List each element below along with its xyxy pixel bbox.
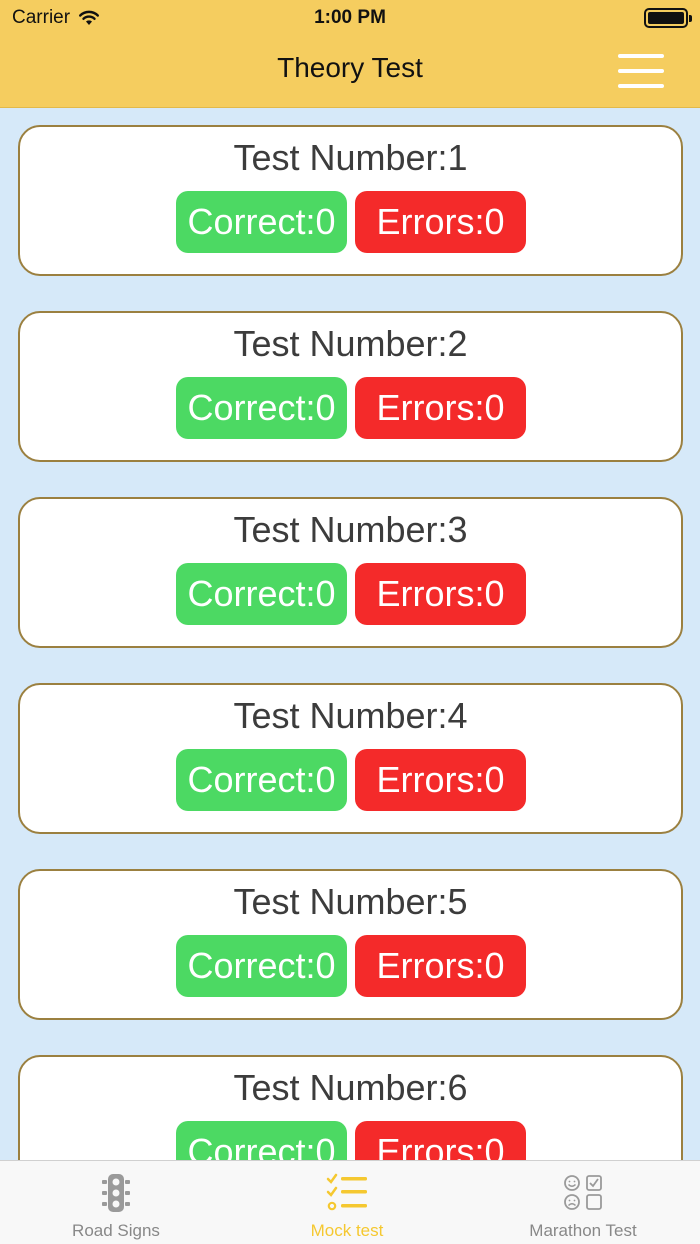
nav-header: Carrier 1:00 PM Theory Test bbox=[0, 0, 700, 108]
errors-badge: Errors:0 bbox=[355, 377, 526, 439]
test-title: Test Number:2 bbox=[233, 323, 468, 364]
test-title: Test Number:3 bbox=[233, 509, 468, 550]
traffic-light-icon bbox=[102, 1174, 130, 1212]
tab-road-signs[interactable]: Road Signs bbox=[66, 1161, 166, 1244]
errors-badge: Errors:0 bbox=[355, 749, 526, 811]
correct-badge: Correct:0 bbox=[176, 563, 347, 625]
correct-badge: Correct:0 bbox=[176, 377, 347, 439]
battery-icon bbox=[644, 8, 692, 28]
errors-badge: Errors:0 bbox=[355, 191, 526, 253]
test-card[interactable]: Test Number:2 Correct:0 Errors:0 bbox=[18, 311, 683, 462]
screen: Carrier 1:00 PM Theory Test Test Number:… bbox=[0, 0, 700, 1244]
page-title: Theory Test bbox=[277, 52, 423, 83]
tab-label: Mock test bbox=[310, 1221, 384, 1240]
test-card[interactable]: Test Number:6 Correct:0 Errors:0 bbox=[18, 1055, 683, 1160]
status-time: 1:00 PM bbox=[314, 7, 386, 28]
correct-badge: Correct:0 bbox=[176, 749, 347, 811]
checklist-icon bbox=[326, 1173, 367, 1211]
hamburger-menu-icon[interactable] bbox=[618, 54, 664, 88]
test-card[interactable]: Test Number:1 Correct:0 Errors:0 bbox=[18, 125, 683, 276]
test-title: Test Number:5 bbox=[233, 881, 468, 922]
errors-badge: Errors:0 bbox=[355, 935, 526, 997]
tab-bar: Road Signs Mock test Marathon Test bbox=[0, 1160, 700, 1244]
tab-label: Road Signs bbox=[72, 1221, 160, 1240]
errors-badge: Errors:0 bbox=[355, 563, 526, 625]
test-card[interactable]: Test Number:3 Correct:0 Errors:0 bbox=[18, 497, 683, 648]
test-title: Test Number:4 bbox=[233, 695, 468, 736]
correct-badge: Correct:0 bbox=[176, 1121, 347, 1160]
correct-badge: Correct:0 bbox=[176, 191, 347, 253]
test-card[interactable]: Test Number:4 Correct:0 Errors:0 bbox=[18, 683, 683, 834]
correct-badge: Correct:0 bbox=[176, 935, 347, 997]
tab-label: Marathon Test bbox=[529, 1221, 637, 1240]
smiley-checkbox-icon bbox=[564, 1175, 602, 1210]
errors-badge: Errors:0 bbox=[355, 1121, 526, 1160]
test-title: Test Number:6 bbox=[233, 1067, 468, 1108]
test-title: Test Number:1 bbox=[233, 137, 468, 178]
tab-marathon-test[interactable]: Marathon Test bbox=[516, 1161, 650, 1244]
status-bar: Carrier 1:00 PM bbox=[0, 0, 700, 36]
test-card[interactable]: Test Number:5 Correct:0 Errors:0 bbox=[18, 869, 683, 1020]
test-list: Test Number:1 Correct:0 Errors:0 Test Nu… bbox=[0, 108, 700, 1160]
tab-mock-test[interactable]: Mock test bbox=[297, 1161, 397, 1244]
